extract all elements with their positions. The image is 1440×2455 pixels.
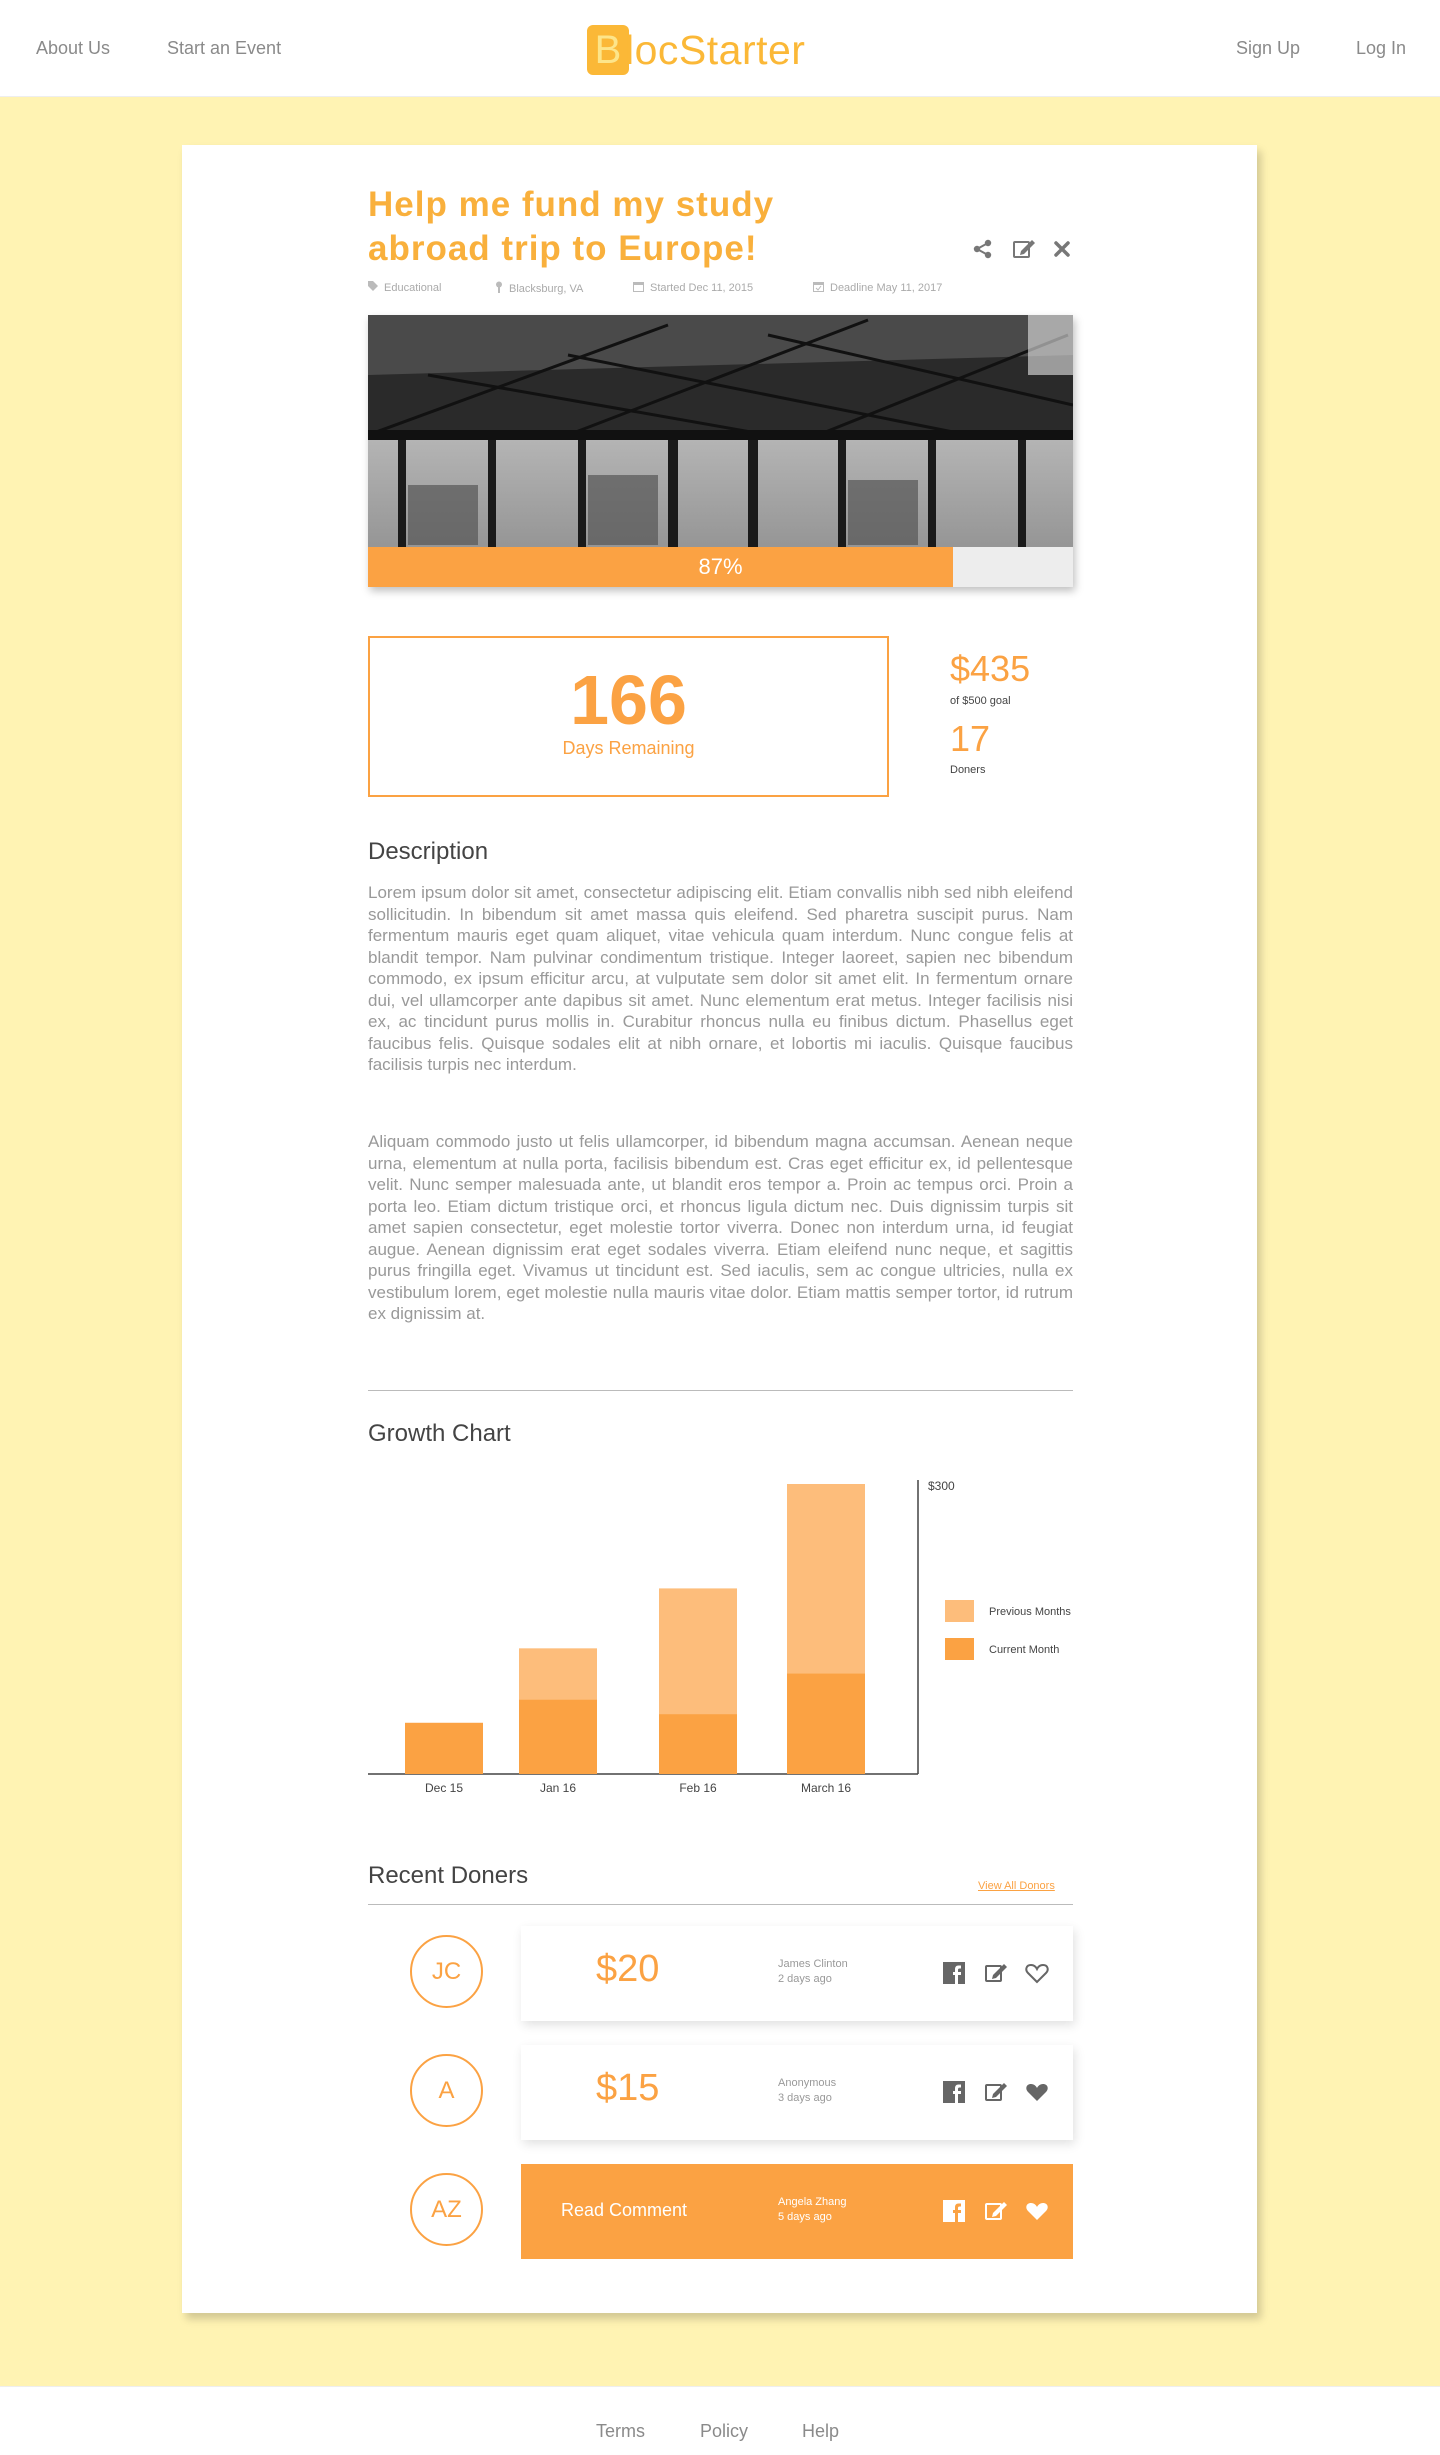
location-text: Blacksburg, VA bbox=[509, 282, 584, 295]
footer-help-link[interactable]: Help bbox=[802, 2421, 839, 2442]
tag-icon bbox=[368, 281, 378, 294]
top-nav: About Us Start an Event B locStarter Sig… bbox=[0, 0, 1440, 97]
days-remaining-box: 166 Days Remaining bbox=[368, 636, 889, 797]
growth-chart-heading: Growth Chart bbox=[368, 1420, 511, 1447]
calendar-icon bbox=[633, 281, 644, 295]
donor-card[interactable]: $15 Anonymous 3 days ago bbox=[521, 2045, 1073, 2140]
x-tick-label: Feb 16 bbox=[679, 1781, 717, 1795]
goal-text: of $500 goal bbox=[950, 695, 1011, 707]
donor-actions bbox=[943, 2200, 1050, 2225]
nav-log-in[interactable]: Log In bbox=[1356, 38, 1406, 59]
donor-info: Anonymous 3 days ago bbox=[778, 2076, 836, 2106]
doners-count: 17 bbox=[950, 718, 991, 759]
brand-logo[interactable]: B locStarter bbox=[587, 24, 805, 76]
comment-edit-icon[interactable] bbox=[984, 2200, 1009, 2225]
donation-time: 2 days ago bbox=[778, 1973, 832, 1985]
meta-deadline: Deadline May 11, 2017 bbox=[813, 281, 942, 295]
description-paragraph-1: Lorem ipsum dolor sit amet, consectetur … bbox=[368, 883, 1073, 1074]
legend-label: Previous Months bbox=[989, 1606, 1071, 1618]
nav-start-event[interactable]: Start an Event bbox=[167, 38, 281, 59]
donation-time: 3 days ago bbox=[778, 2092, 832, 2104]
recent-doners-heading: Recent Doners bbox=[368, 1862, 529, 1889]
view-all-donors-link[interactable]: View All Donors bbox=[978, 1880, 1055, 1892]
facebook-icon[interactable] bbox=[943, 2200, 968, 2225]
deadline-text: Deadline May 11, 2017 bbox=[830, 282, 943, 294]
progress-percent: 87% bbox=[698, 554, 743, 579]
category-text: Educational bbox=[384, 281, 442, 294]
logo-text: locStarter bbox=[625, 26, 806, 73]
heart-filled-icon[interactable] bbox=[1025, 2081, 1050, 2106]
footer-terms-link[interactable]: Terms bbox=[596, 2421, 645, 2442]
read-comment-button[interactable]: Read Comment bbox=[561, 2200, 687, 2221]
nav-about-us[interactable]: About Us bbox=[36, 38, 110, 59]
comment-edit-icon[interactable] bbox=[984, 1962, 1009, 1987]
y-tick-label: $300 bbox=[928, 1479, 955, 1493]
legend-swatch bbox=[945, 1600, 974, 1622]
footer: Terms Policy Help bbox=[0, 2386, 1440, 2455]
donor-card-active[interactable]: Read Comment Angela Zhang 5 days ago bbox=[521, 2164, 1073, 2259]
amount-raised: $435 bbox=[950, 648, 1031, 689]
started-text: Started Dec 11, 2015 bbox=[650, 282, 754, 294]
meta-started: Started Dec 11, 2015 bbox=[633, 281, 753, 295]
donor-name: James Clinton bbox=[778, 1958, 848, 1970]
legend-swatch bbox=[945, 1638, 974, 1660]
x-tick-label: Jan 16 bbox=[540, 1781, 576, 1795]
facebook-icon[interactable] bbox=[943, 1962, 968, 1987]
bar-current-month bbox=[405, 1722, 483, 1774]
donor-card[interactable]: $20 James Clinton 2 days ago bbox=[521, 1926, 1073, 2021]
bar-previous-months bbox=[519, 1648, 597, 1700]
growth-chart-svg: $300 Dec 15 Jan 16 Feb 16 March 16 Previous M… bbox=[368, 1479, 1071, 1795]
donor-info: Angela Zhang 5 days ago bbox=[778, 2195, 847, 2225]
donor-name: Anonymous bbox=[778, 2077, 837, 2089]
donation-amount: $20 bbox=[596, 1948, 660, 1990]
x-tick-label: March 16 bbox=[801, 1781, 851, 1795]
campaign-title: Help me fund my study abroad trip to Eur… bbox=[368, 185, 775, 268]
days-remaining-count: 166 bbox=[570, 661, 687, 739]
calendar-check-icon bbox=[813, 281, 824, 295]
nav-sign-up[interactable]: Sign Up bbox=[1236, 38, 1300, 59]
donation-time: 5 days ago bbox=[778, 2211, 832, 2223]
facebook-icon[interactable] bbox=[943, 2081, 968, 2106]
close-icon[interactable] bbox=[1052, 238, 1076, 262]
heart-filled-icon[interactable] bbox=[1025, 2200, 1050, 2225]
description-heading: Description bbox=[368, 838, 489, 865]
donation-amount: $15 bbox=[596, 2067, 660, 2109]
bar-current-month bbox=[787, 1673, 865, 1774]
x-tick-label: Dec 15 bbox=[425, 1781, 463, 1795]
share-icon[interactable] bbox=[972, 238, 996, 262]
donor-avatar[interactable]: A bbox=[410, 2054, 483, 2127]
meta-category: Educational bbox=[368, 281, 442, 294]
heart-outline-icon[interactable] bbox=[1025, 1962, 1050, 1987]
edit-icon[interactable] bbox=[1012, 238, 1036, 262]
section-divider bbox=[368, 1390, 1073, 1391]
funding-progress-bar: 87% bbox=[368, 547, 1073, 587]
pin-icon bbox=[495, 281, 503, 296]
donor-actions bbox=[943, 1962, 1050, 1987]
bar-previous-months bbox=[659, 1588, 737, 1715]
donor-info: James Clinton 2 days ago bbox=[778, 1957, 848, 1987]
title-actions bbox=[972, 238, 1076, 262]
bar-current-month bbox=[519, 1699, 597, 1774]
logo-mark: B bbox=[587, 25, 629, 75]
donor-actions bbox=[943, 2081, 1050, 2106]
description-paragraph-2: Aliquam commodo justo ut felis ullamcorp… bbox=[368, 1132, 1073, 1323]
doners-divider bbox=[368, 1904, 1073, 1905]
donor-name: Angela Zhang bbox=[778, 2196, 847, 2208]
days-remaining-label: Days Remaining bbox=[562, 738, 695, 758]
meta-location: Blacksburg, VA bbox=[495, 281, 583, 296]
bar-previous-months bbox=[787, 1484, 865, 1674]
legend-label: Current Month bbox=[989, 1644, 1059, 1656]
comment-edit-icon[interactable] bbox=[984, 2081, 1009, 2106]
doners-label: Doners bbox=[950, 764, 986, 776]
campaign-hero-image: 87% bbox=[368, 315, 1073, 587]
donor-avatar[interactable]: JC bbox=[410, 1935, 483, 2008]
growth-chart: $300 Dec 15 Jan 16 Feb 16 March 16 Previous M… bbox=[368, 1470, 1088, 1810]
footer-policy-link[interactable]: Policy bbox=[700, 2421, 748, 2442]
donor-avatar[interactable]: AZ bbox=[410, 2173, 483, 2246]
bar-current-month bbox=[659, 1714, 737, 1774]
